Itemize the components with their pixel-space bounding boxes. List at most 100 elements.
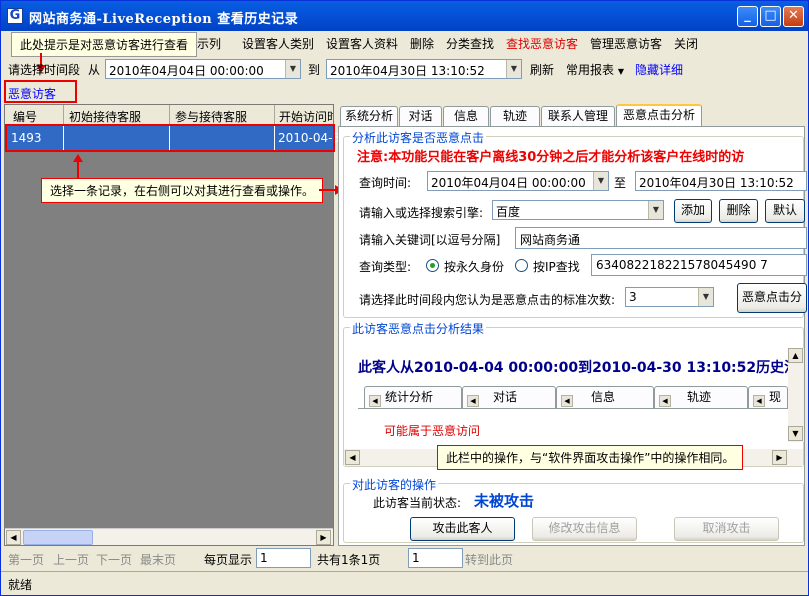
- minimize-button[interactable]: _: [737, 6, 758, 27]
- toolbar: 请选择时间段 从 2010年04月04日 00:00:00 ▼ 到 2010年0…: [1, 56, 808, 82]
- per-page-label: 每页显示: [204, 553, 253, 567]
- close-button[interactable]: ✕: [783, 6, 804, 27]
- dropdown-arrow-icon: ▼: [285, 60, 300, 78]
- menu-find-malicious[interactable]: 查找恶意访客: [506, 35, 578, 52]
- tab-info[interactable]: 信息: [443, 106, 489, 126]
- goto-page-button[interactable]: 转到此页: [465, 551, 513, 568]
- scroll-left-icon[interactable]: ◀: [6, 530, 21, 545]
- close-icon: ✕: [788, 8, 799, 23]
- threshold-label: 请选择此时间段内您认为是恶意点击的标准次数:: [359, 293, 616, 307]
- to-label: 到: [308, 63, 321, 77]
- window-title: 网站商务通-LiveReception 查看历史记录: [29, 12, 299, 27]
- first-page-button[interactable]: 第一页: [8, 551, 44, 568]
- col-start-time[interactable]: 开始访问时: [279, 108, 333, 125]
- goto-page-input[interactable]: 1: [408, 548, 463, 568]
- dropdown-arrow-icon: ▼: [506, 60, 521, 78]
- engine-select[interactable]: 百度 ▼: [492, 200, 664, 220]
- col-first-agent[interactable]: 初始接待客服: [69, 108, 141, 125]
- dropdown-arrow-icon: ▼: [593, 172, 608, 190]
- engine-label: 请输入或选择搜索引擎:: [359, 206, 484, 220]
- scroll-right-icon[interactable]: ▶: [316, 530, 331, 545]
- tab-arrow-icon: ◀: [561, 395, 573, 407]
- to-date-picker[interactable]: 2010年04月30日 13:10:52 ▼: [326, 59, 522, 79]
- warning-text: 注意:本功能只能在客户离线30分钟之后才能分析该客户在线时的访: [357, 150, 745, 165]
- result-group-title: 此访客恶意点击分析结果: [350, 320, 487, 337]
- scroll-down-icon[interactable]: ▼: [788, 426, 803, 441]
- last-page-button[interactable]: 最末页: [140, 551, 176, 568]
- hide-detail-link[interactable]: 隐藏详细: [635, 61, 683, 78]
- subtab-info[interactable]: ◀ 信息: [556, 386, 654, 408]
- state-label: 此访客当前状态:: [373, 496, 462, 510]
- title-bar: G 网站商务通-LiveReception 查看历史记录 _ □ ✕: [1, 1, 808, 31]
- horizontal-scrollbar[interactable]: ◀ ▶: [5, 528, 333, 545]
- query-time-label: 查询时间:: [359, 176, 412, 190]
- to-label: 至: [614, 176, 627, 190]
- delete-engine-button[interactable]: 删除: [719, 199, 758, 223]
- tab-system-analysis[interactable]: 系统分析: [340, 106, 398, 126]
- result-headline: 此客人从2010-04-04 00:00:00到2010-04-30 13:10…: [358, 360, 788, 376]
- col-other-agent[interactable]: 参与接待客服: [175, 108, 247, 125]
- total-label: 共有1条1页: [317, 553, 381, 567]
- default-engine-button[interactable]: 默认: [765, 199, 805, 223]
- modify-attack-button[interactable]: 修改攻击信息: [532, 517, 637, 541]
- identity-input[interactable]: 634082218221578045490 7: [591, 254, 807, 276]
- scroll-thumb[interactable]: [23, 530, 93, 545]
- attack-button[interactable]: 攻击此客人: [410, 517, 515, 541]
- threshold-select[interactable]: 3 ▼: [625, 287, 714, 307]
- analysis-to-picker[interactable]: 2010年04月30日 13:10:52: [635, 171, 807, 191]
- subtab-more[interactable]: ◀ 现: [748, 386, 788, 408]
- by-ip-label: 按IP查找: [533, 260, 580, 274]
- per-page-input[interactable]: 1: [256, 548, 311, 568]
- malicious-visitors-label[interactable]: 恶意访客: [8, 85, 56, 102]
- from-date-picker[interactable]: 2010年04月04日 00:00:00 ▼: [105, 59, 301, 79]
- row-arrow-head: [73, 154, 83, 162]
- scroll-up-icon[interactable]: ▲: [788, 348, 803, 363]
- maximize-button[interactable]: □: [760, 6, 781, 27]
- analysis-group: 分析此访客是否恶意点击 注意:本功能只能在客户离线30分钟之后才能分析该客户在线…: [343, 129, 807, 318]
- menu-delete[interactable]: 删除: [410, 35, 434, 52]
- verdict-text: 可能属于恶意访问: [384, 424, 481, 438]
- operation-callout: 此栏中的操作，与“软件界面攻击操作”中的操作相同。: [437, 445, 744, 470]
- next-page-button[interactable]: 下一页: [96, 551, 132, 568]
- reports-menu[interactable]: 常用报表 ▼: [566, 61, 624, 78]
- subtab-track[interactable]: ◀ 轨迹: [654, 386, 748, 408]
- maximize-icon: □: [764, 8, 777, 23]
- by-identity-radio[interactable]: [426, 259, 439, 272]
- prev-page-button[interactable]: 上一页: [53, 551, 89, 568]
- keyword-input[interactable]: 网站商务通: [515, 227, 807, 249]
- col-id[interactable]: 编号: [13, 108, 37, 125]
- tab-arrow-icon: ◀: [369, 395, 381, 407]
- period-label: 请选择时间段: [8, 63, 81, 77]
- malicious-analysis-panel: 分析此访客是否恶意点击 注意:本功能只能在客户离线30分钟之后才能分析该客户在线…: [338, 126, 807, 546]
- by-identity-label: 按永久身份: [444, 260, 505, 274]
- menu-set-guest-category[interactable]: 设置客人类别: [242, 35, 314, 52]
- result-vscrollbar[interactable]: ▲ ▼: [788, 348, 804, 442]
- menu-category-search[interactable]: 分类查找: [446, 35, 494, 52]
- tab-contacts[interactable]: 联系人管理: [541, 106, 615, 126]
- status-bar: 就绪: [1, 571, 808, 595]
- tab-arrow-icon: ◀: [753, 395, 765, 407]
- subtab-statistics[interactable]: ◀ 统计分析: [364, 386, 462, 408]
- visitor-grid-header: 编号 初始接待客服 参与接待客服 开始访问时: [5, 105, 333, 125]
- scroll-left-icon[interactable]: ◀: [345, 450, 360, 465]
- menu-manage-malicious[interactable]: 管理恶意访客: [590, 35, 662, 52]
- analyze-button[interactable]: 恶意点击分: [737, 283, 807, 313]
- menu-show-columns[interactable]: 示列: [197, 35, 221, 52]
- result-group: 此访客恶意点击分析结果 此客人从2010-04-04 00:00:00到2010…: [343, 320, 804, 470]
- analysis-from-picker[interactable]: 2010年04月04日 00:00:00 ▼: [427, 171, 609, 191]
- state-value: 未被攻击: [474, 492, 535, 510]
- refresh-button[interactable]: 刷新: [530, 61, 554, 78]
- tab-track[interactable]: 轨迹: [490, 106, 540, 126]
- add-engine-button[interactable]: 添加: [674, 199, 712, 223]
- tab-dialog[interactable]: 对话: [399, 106, 442, 126]
- result-subtabs: ◀ 统计分析 ◀ 对话 ◀ 信息 ◀ 轨迹 ◀ 现: [358, 386, 788, 408]
- subtab-dialog[interactable]: ◀ 对话: [462, 386, 556, 408]
- tab-arrow-icon: ◀: [467, 395, 479, 407]
- operation-group-title: 对此访客的操作: [350, 476, 439, 493]
- menu-close[interactable]: 关闭: [674, 35, 698, 52]
- menu-set-guest-info[interactable]: 设置客人资料: [326, 35, 398, 52]
- tab-malicious-click[interactable]: 恶意点击分析: [616, 104, 702, 127]
- scroll-right-icon[interactable]: ▶: [772, 450, 787, 465]
- by-ip-radio[interactable]: [515, 259, 528, 272]
- cancel-attack-button[interactable]: 取消攻击: [674, 517, 779, 541]
